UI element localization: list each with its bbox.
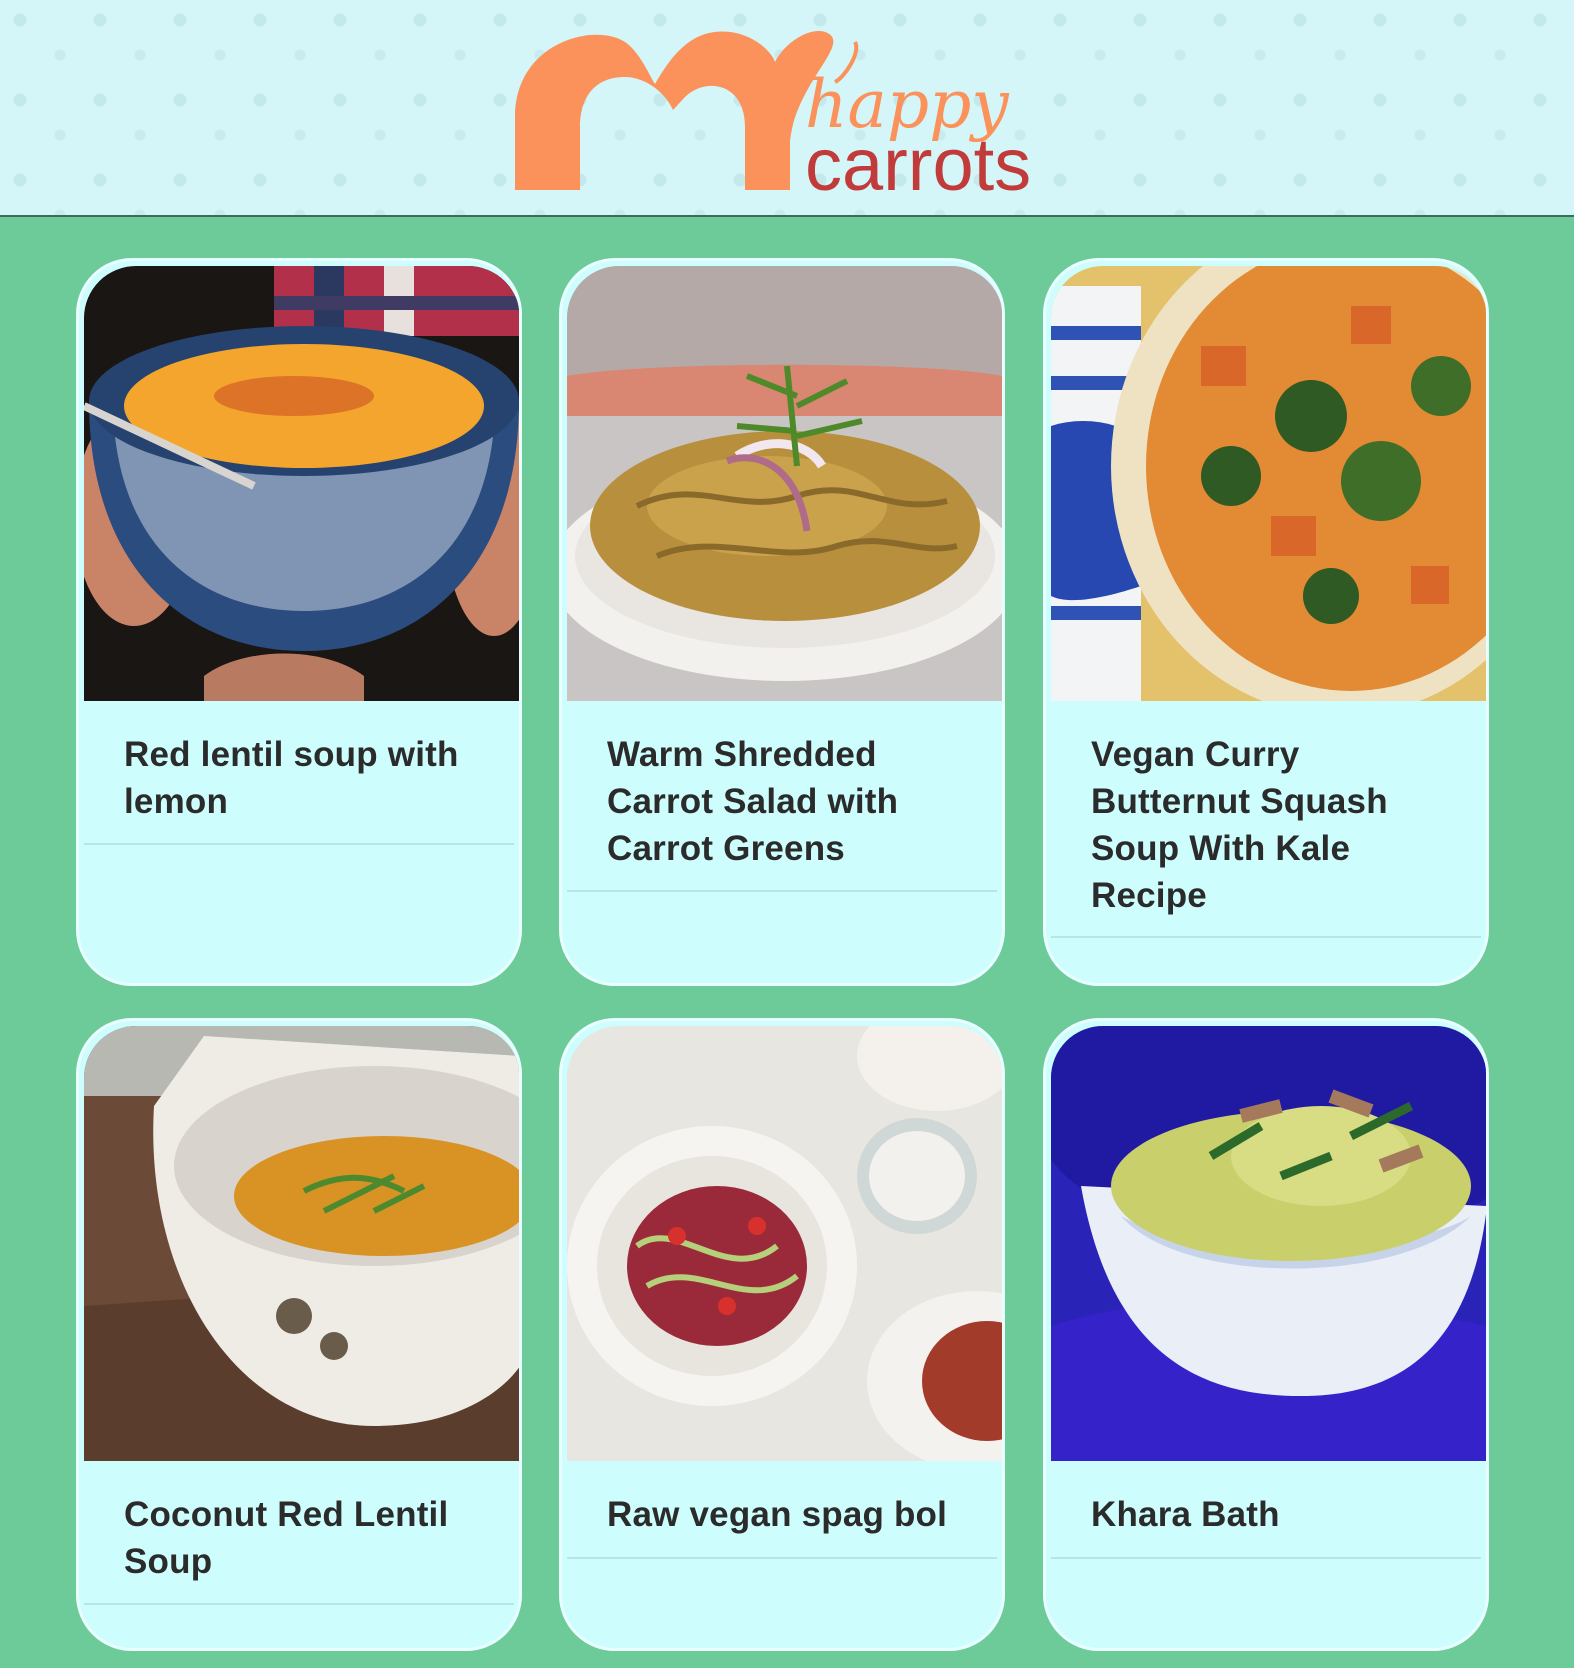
recipe-photo-squash-soup[interactable] <box>1051 266 1486 701</box>
logo-carrots-word: carrots <box>805 123 1031 206</box>
recipe-title[interactable]: Khara Bath <box>1091 1491 1461 1538</box>
recipe-card[interactable]: Vegan Curry Butternut Squash Soup With K… <box>1043 258 1489 986</box>
card-divider <box>1051 936 1481 938</box>
khara-bath-image <box>1051 1026 1486 1461</box>
happy-carrots-logo[interactable]: happy carrots <box>505 22 1095 207</box>
card-divider <box>1051 1557 1481 1559</box>
recipe-card[interactable]: Red lentil soup with lemon <box>76 258 522 986</box>
card-divider <box>567 1557 997 1559</box>
recipe-title[interactable]: Red lentil soup with lemon <box>124 731 494 825</box>
soup-bowl-image <box>84 266 519 701</box>
card-divider <box>84 1603 514 1605</box>
card-divider <box>567 890 997 892</box>
coconut-soup-image <box>84 1026 519 1461</box>
logo-graphic: happy carrots <box>515 31 1031 206</box>
squash-soup-image <box>1051 266 1486 701</box>
recipe-card[interactable]: Warm Shredded Carrot Salad with Carrot G… <box>559 258 1005 986</box>
recipe-photo-coconut-lentil-soup[interactable] <box>84 1026 519 1461</box>
recipe-title[interactable]: Warm Shredded Carrot Salad with Carrot G… <box>607 731 977 872</box>
recipe-photo-khara-bath[interactable] <box>1051 1026 1486 1461</box>
recipe-photo-red-lentil-soup[interactable] <box>84 266 519 701</box>
recipe-title[interactable]: Vegan Curry Butternut Squash Soup With K… <box>1091 731 1461 919</box>
recipe-photo-raw-spag-bol[interactable] <box>567 1026 1002 1461</box>
carrot-salad-image <box>567 266 1002 701</box>
spag-bol-image <box>567 1026 1002 1461</box>
site-header: happy carrots <box>0 0 1574 217</box>
card-divider <box>84 843 514 845</box>
recipe-title[interactable]: Coconut Red Lentil Soup <box>124 1491 494 1585</box>
recipe-card[interactable]: Khara Bath <box>1043 1018 1489 1651</box>
recipe-card[interactable]: Raw vegan spag bol <box>559 1018 1005 1651</box>
logo-m-mark <box>515 31 834 190</box>
recipe-photo-carrot-salad[interactable] <box>567 266 1002 701</box>
recipe-title[interactable]: Raw vegan spag bol <box>607 1491 977 1538</box>
recipe-card[interactable]: Coconut Red Lentil Soup <box>76 1018 522 1651</box>
